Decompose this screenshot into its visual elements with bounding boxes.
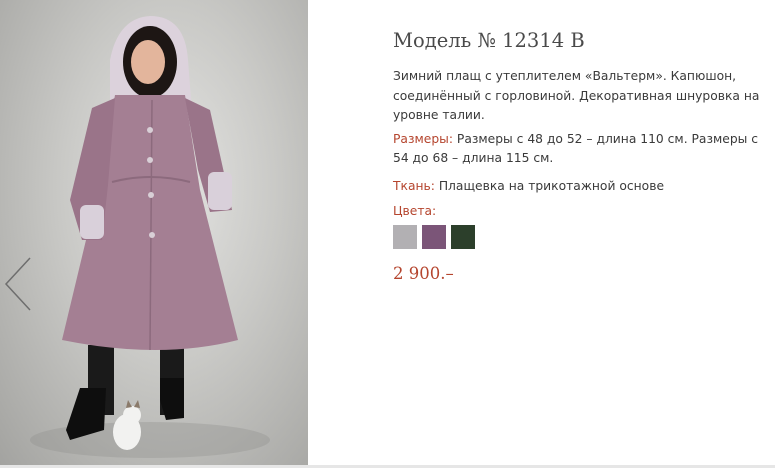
fabric-label: Ткань: (393, 178, 435, 193)
colors-label: Цвета: (393, 204, 437, 218)
fabric-value: Плащевка на трикотажной основе (434, 178, 665, 193)
product-price: 2 900.– (393, 263, 454, 283)
color-swatch-light-gray[interactable] (393, 224, 417, 249)
sizes-label: Размеры: (393, 131, 453, 146)
product-description: Зимний плащ с утеплителем «Вальтерм». Ка… (393, 69, 760, 122)
color-swatch-mauve[interactable] (422, 224, 446, 249)
chevron-left-icon[interactable] (4, 257, 31, 311)
product-info: Модель № 12314 В Зимний плащ с утеплител… (393, 28, 763, 283)
coat-model-illustration (4, 16, 270, 458)
color-swatches (393, 224, 763, 249)
color-swatch-dark-green[interactable] (451, 224, 475, 249)
product-title: Модель № 12314 В (393, 29, 585, 52)
product-photo (0, 0, 308, 465)
fabric-row: Ткань: Плащевка на трикотажной основе (393, 177, 763, 197)
sizes-row: Размеры: Размеры с 48 до 52 – длина 110 … (393, 130, 763, 169)
